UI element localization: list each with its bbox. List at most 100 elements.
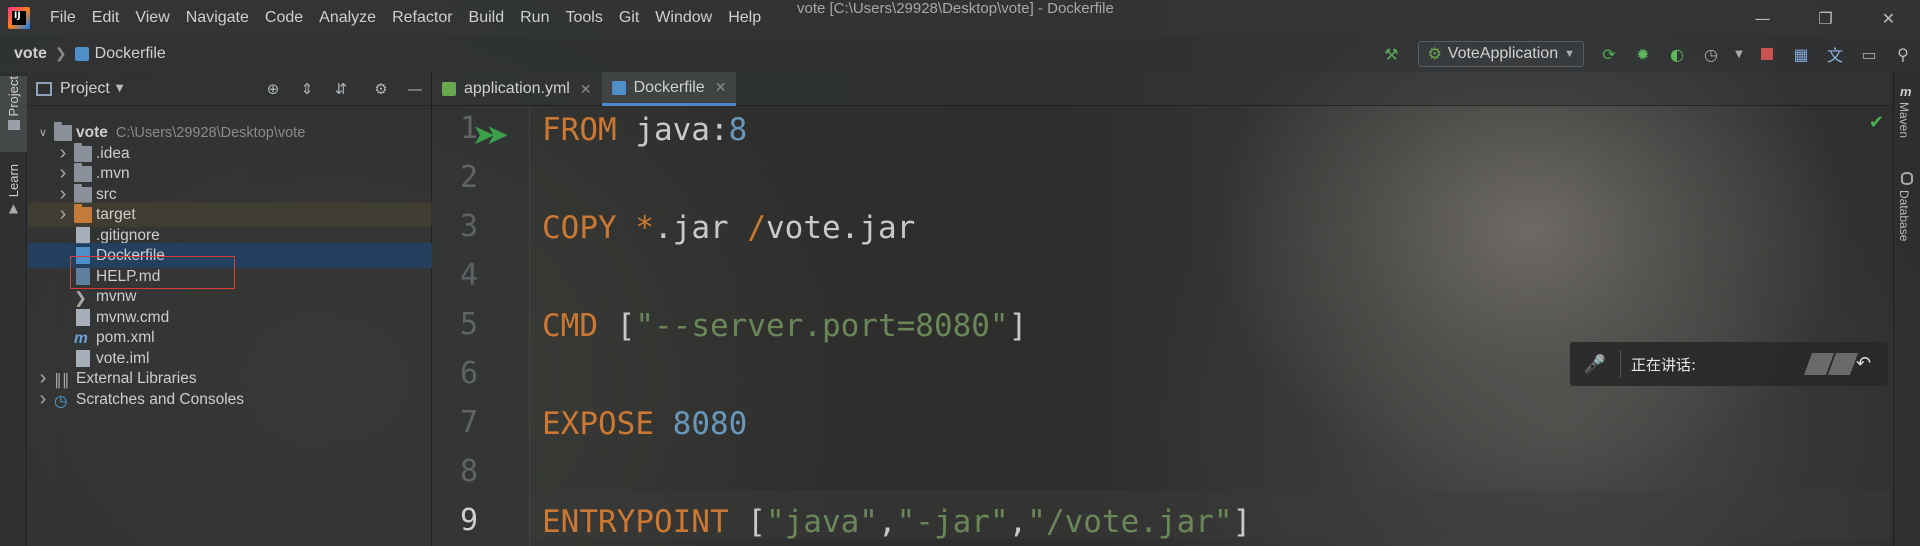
- folder-icon: [74, 142, 92, 162]
- stop-icon[interactable]: [1755, 42, 1779, 66]
- line-number: 2: [459, 160, 478, 195]
- line-number: 3: [459, 209, 478, 244]
- tree-item-label: vote: [76, 123, 108, 141]
- breadcrumb-project[interactable]: vote: [14, 45, 47, 63]
- tool-tab-learn[interactable]: Learn ▲: [0, 164, 27, 234]
- restore-icon[interactable]: ❐: [1794, 0, 1857, 36]
- coverage-icon[interactable]: ◐: [1665, 42, 1689, 66]
- close-icon[interactable]: ✕: [580, 81, 592, 98]
- no-problems-check-icon[interactable]: ✔: [1869, 112, 1884, 133]
- code-token: ]: [1232, 504, 1252, 540]
- ide-window: IJ File Edit View Navigate Code Analyze Refact…: [0, 0, 1920, 546]
- hide-panel-icon[interactable]: —: [403, 77, 427, 101]
- tree-item-label: .idea: [96, 144, 130, 162]
- return-arrow-icon[interactable]: ↶: [1856, 353, 1878, 375]
- code-token: .jar: [654, 210, 748, 246]
- code-line[interactable]: EXPOSE 8080: [542, 400, 747, 448]
- menu-item-refactor[interactable]: Refactor: [384, 0, 460, 36]
- debug-icon[interactable]: ✹: [1631, 42, 1655, 66]
- menu-item-edit[interactable]: Edit: [84, 0, 128, 36]
- title-bar: IJ File Edit View Navigate Code Analyze Refact…: [0, 0, 1920, 36]
- profile-icon[interactable]: ◷: [1699, 42, 1723, 66]
- chevron-right-icon[interactable]: ›: [36, 388, 50, 411]
- menu-item-build[interactable]: Build: [461, 0, 513, 36]
- editor-tab-label: application.yml: [464, 80, 570, 97]
- menu-item-navigate[interactable]: Navigate: [178, 0, 257, 36]
- code-token: 8080: [672, 406, 748, 442]
- minimize-icon[interactable]: —: [1731, 0, 1794, 36]
- presentation-icon[interactable]: ▭: [1857, 42, 1881, 66]
- menu-bar: File Edit View Navigate Code Analyze Refactor B…: [42, 0, 769, 36]
- excluded-folder-icon: [74, 203, 92, 223]
- tree-item-scratches-and-consoles[interactable]: › ◷ Scratches and Consoles: [28, 387, 432, 412]
- search-icon[interactable]: ⚲: [1891, 42, 1915, 66]
- code-token: COPY: [542, 210, 617, 246]
- code-token: ]: [1008, 308, 1028, 344]
- tree-item-label: Scratches and Consoles: [76, 390, 245, 408]
- editor-tab-dockerfile[interactable]: Dockerfile ✕: [601, 72, 737, 106]
- menu-item-window[interactable]: Window: [647, 0, 720, 36]
- tool-tab-maven[interactable]: Maven: [1897, 102, 1911, 138]
- more-run-chevron-icon[interactable]: ▼: [1733, 42, 1745, 66]
- breadcrumb-file[interactable]: Dockerfile: [95, 45, 166, 63]
- microphone-muted-icon[interactable]: 🎤: [1580, 354, 1610, 375]
- editor-gutter: ➤➤ 123456789: [432, 106, 530, 546]
- close-icon[interactable]: ✕: [1857, 0, 1920, 36]
- navigation-bar: vote ❯ Dockerfile ⚒ ⚙ VoteApplication ▼ …: [0, 36, 1920, 72]
- line-number: 5: [459, 307, 478, 342]
- code-token: ,: [1008, 504, 1028, 540]
- project-panel-header: Project ▼ ⊕ ⇕ ⇵ ⚙ —: [28, 72, 431, 106]
- code-token: [: [598, 308, 636, 344]
- editor-tabs: application.yml ✕ Dockerfile ✕: [432, 72, 1892, 106]
- menu-item-tools[interactable]: Tools: [557, 0, 610, 36]
- code-token: ,: [877, 504, 897, 540]
- code-token: vote.jar: [766, 210, 916, 246]
- tool-tab-project[interactable]: Project: [0, 76, 27, 152]
- chevron-down-icon[interactable]: ∨: [36, 126, 50, 139]
- menu-item-view[interactable]: View: [127, 0, 177, 36]
- code-token: FROM: [542, 112, 617, 148]
- chevron-down-icon[interactable]: ▼: [116, 83, 124, 94]
- close-icon[interactable]: ✕: [715, 79, 727, 96]
- docker-file-icon: [611, 80, 626, 95]
- translate-icon[interactable]: 文: [1823, 42, 1847, 66]
- project-view-icon: [36, 81, 52, 96]
- editor-tab-label: Dockerfile: [633, 78, 705, 96]
- tree-item-label: pom.xml: [96, 328, 155, 346]
- rerun-icon[interactable]: ⟳: [1597, 42, 1621, 66]
- code-line[interactable]: CMD ["--server.port=8080"]: [542, 302, 1027, 350]
- expand-all-icon[interactable]: ⇕: [295, 77, 319, 101]
- tree-item-label: mvnw.cmd: [96, 308, 170, 326]
- project-view-select[interactable]: Project: [60, 80, 110, 98]
- tool-tab-database[interactable]: Database: [1897, 190, 1911, 241]
- spring-boot-icon: ⚙: [1427, 46, 1442, 63]
- menu-item-analyze[interactable]: Analyze: [311, 0, 384, 36]
- line-number: 1: [459, 111, 478, 146]
- run-configuration-label: VoteApplication: [1447, 45, 1559, 62]
- tree-item-path: C:\Users\29928\Desktop\vote: [115, 124, 306, 141]
- build-hammer-icon[interactable]: ⚒: [1379, 42, 1403, 66]
- locate-file-icon[interactable]: ⊕: [261, 77, 285, 101]
- divider: [1620, 350, 1621, 378]
- folder-icon: [74, 162, 92, 182]
- run-configuration-select[interactable]: ⚙ VoteApplication ▼: [1418, 41, 1584, 67]
- menu-item-help[interactable]: Help: [720, 0, 769, 36]
- menu-item-code[interactable]: Code: [257, 0, 311, 36]
- code-line[interactable]: ENTRYPOINT ["java","-jar","/vote.jar"]: [542, 498, 1251, 546]
- project-structure-icon[interactable]: ▦: [1789, 42, 1813, 66]
- editor-tab-application-yml[interactable]: application.yml ✕: [432, 72, 602, 106]
- code-token: *: [635, 210, 654, 246]
- code-line[interactable]: FROM java:8: [542, 106, 747, 154]
- scratches-icon: ◷: [54, 392, 68, 410]
- menu-item-git[interactable]: Git: [611, 0, 647, 36]
- line-number: 6: [459, 356, 478, 391]
- file-icon: [76, 227, 90, 244]
- menu-item-run[interactable]: Run: [512, 0, 557, 36]
- code-token: "java": [765, 504, 878, 540]
- code-line[interactable]: COPY *.jar /vote.jar: [542, 204, 915, 252]
- collapse-all-icon[interactable]: ⇵: [329, 77, 353, 101]
- menu-item-file[interactable]: File: [42, 0, 84, 36]
- speaking-widget-buttons: ↶: [1803, 353, 1878, 375]
- gear-icon[interactable]: ⚙: [369, 77, 393, 101]
